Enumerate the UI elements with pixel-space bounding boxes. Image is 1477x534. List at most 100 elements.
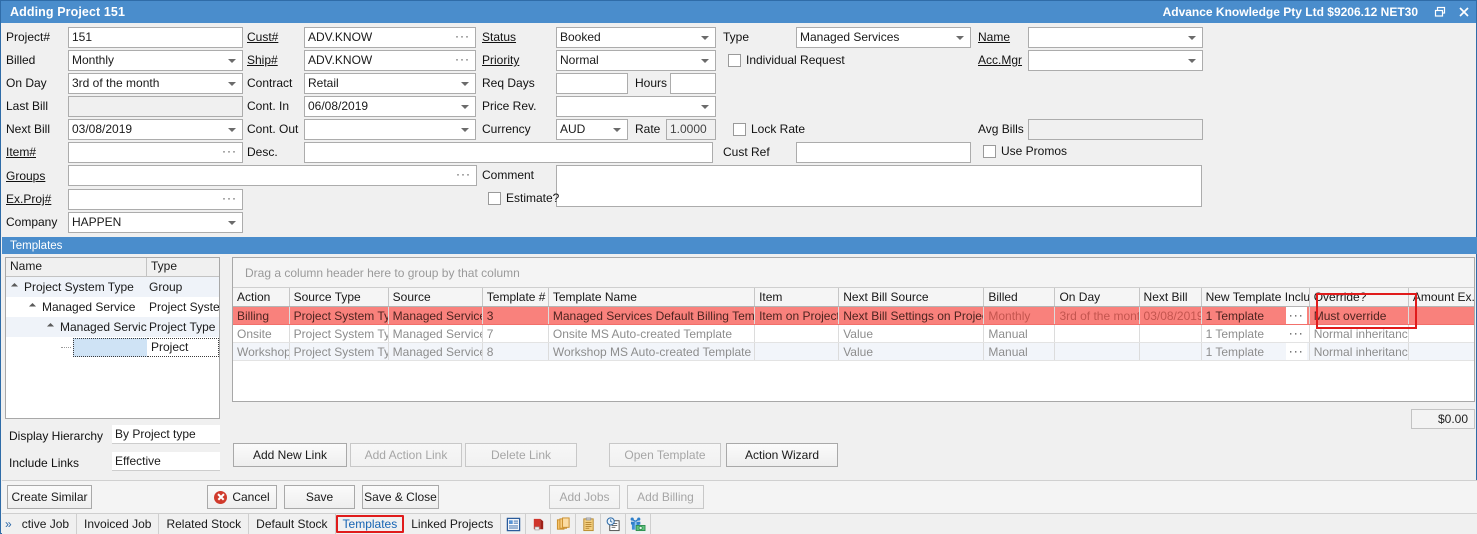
display-hierarchy-select[interactable]: By Project type xyxy=(112,425,220,444)
expander-icon[interactable] xyxy=(48,323,57,332)
template-hierarchy-tree[interactable]: Name Type Project System Type Group Mana… xyxy=(5,257,220,419)
tree-row[interactable]: Managed Service Project System xyxy=(6,297,219,317)
tree-row[interactable]: Managed Servic Project Type xyxy=(6,317,219,337)
cell-new-template-includes[interactable]: 1 Template ··· xyxy=(1201,307,1309,325)
cust-ref-input[interactable] xyxy=(796,142,971,163)
cell-template-name: Workshop MS Auto-created Template xyxy=(548,343,754,361)
table-row[interactable]: Onsite Project System Type Managed Servi… xyxy=(233,325,1475,343)
cancel-icon xyxy=(214,491,227,504)
label-req-days: Req Days xyxy=(482,76,535,90)
tree-node-name[interactable] xyxy=(73,338,147,357)
contract-select[interactable]: Retail xyxy=(304,73,476,94)
project-number-input[interactable]: 151 xyxy=(68,27,243,48)
include-links-select[interactable]: Effective xyxy=(112,452,220,471)
label-priority: Priority xyxy=(482,53,519,67)
use-promos-checkbox[interactable]: Use Promos xyxy=(983,144,1067,158)
label-display-hierarchy: Display Hierarchy xyxy=(9,429,103,443)
company-select[interactable]: HAPPEN xyxy=(68,212,243,233)
col-header-source[interactable]: Source xyxy=(388,288,482,307)
req-days-input[interactable] xyxy=(556,73,628,94)
ex-project-number-lookup[interactable] xyxy=(68,189,243,210)
tab-linked-projects[interactable]: Linked Projects xyxy=(404,514,501,534)
col-header-next-bill-source[interactable]: Next Bill Source xyxy=(839,288,984,307)
restore-icon[interactable] xyxy=(1428,1,1452,23)
save-button[interactable]: Save xyxy=(284,485,355,509)
table-row[interactable]: Billing Project System Type Managed Serv… xyxy=(233,307,1475,325)
expander-icon[interactable] xyxy=(30,303,39,312)
cell-new-template-includes[interactable]: 1 Template ··· xyxy=(1201,325,1309,343)
billed-select[interactable]: Monthly xyxy=(68,50,243,71)
table-row[interactable]: Workshop Project System Type Managed Ser… xyxy=(233,343,1475,361)
comment-textarea[interactable] xyxy=(556,165,1202,207)
ellipsis-icon[interactable]: ··· xyxy=(1286,325,1307,342)
on-day-select[interactable]: 3rd of the month xyxy=(68,73,243,94)
lock-rate-label: Lock Rate xyxy=(751,122,805,136)
tab-overflow-icon[interactable]: » xyxy=(2,514,15,534)
ellipsis-icon[interactable]: ··· xyxy=(1286,307,1307,324)
col-header-next-bill[interactable]: Next Bill xyxy=(1139,288,1201,307)
create-similar-button[interactable]: Create Similar xyxy=(7,485,92,509)
tree-row-selected[interactable]: Project xyxy=(6,337,219,357)
red-folder-icon[interactable] xyxy=(526,514,551,534)
group-by-dropzone[interactable]: Drag a column header here to group by th… xyxy=(233,258,1474,288)
estimate-checkbox[interactable]: Estimate? xyxy=(488,191,559,205)
item-number-lookup[interactable] xyxy=(68,142,243,163)
col-header-template-number[interactable]: Template # xyxy=(482,288,548,307)
tab-templates[interactable]: Templates xyxy=(336,515,405,533)
priority-select[interactable]: Normal xyxy=(556,50,716,71)
lock-rate-checkbox[interactable]: Lock Rate xyxy=(733,122,805,136)
col-header-amount-ex[interactable]: Amount Ex. xyxy=(1408,288,1475,307)
cell-source-type: Project System Type xyxy=(289,343,388,361)
currency-select[interactable]: AUD xyxy=(556,119,628,140)
col-header-item[interactable]: Item xyxy=(755,288,839,307)
new-template-includes-text: 1 Template xyxy=(1206,327,1264,341)
grid-total-bar: $0.00 xyxy=(232,405,1475,433)
description-input[interactable] xyxy=(304,142,713,163)
col-header-billed[interactable]: Billed xyxy=(984,288,1055,307)
clipboard-icon[interactable] xyxy=(576,514,601,534)
tree-row[interactable]: Project System Type Group xyxy=(6,277,219,297)
tab-default-stock[interactable]: Default Stock xyxy=(249,514,335,534)
name-select[interactable] xyxy=(1028,27,1203,48)
type-select[interactable]: Managed Services xyxy=(796,27,971,48)
gift-money-icon[interactable] xyxy=(626,514,651,534)
action-wizard-button[interactable]: Action Wizard xyxy=(726,443,838,467)
label-rate: Rate xyxy=(635,122,660,136)
col-header-template-name[interactable]: Template Name xyxy=(548,288,754,307)
col-header-source-type[interactable]: Source Type xyxy=(289,288,388,307)
cancel-button[interactable]: Cancel xyxy=(207,485,277,509)
copy-pages-icon[interactable] xyxy=(551,514,576,534)
template-links-grid[interactable]: Drag a column header here to group by th… xyxy=(232,257,1475,402)
individual-request-checkbox[interactable]: Individual Request xyxy=(728,53,845,67)
next-bill-select[interactable]: 03/08/2019 xyxy=(68,119,243,140)
tree-node-type: Project Type xyxy=(147,320,219,334)
save-and-close-button[interactable]: Save & Close xyxy=(362,485,439,509)
groups-lookup[interactable] xyxy=(68,165,477,186)
col-header-action[interactable]: Action xyxy=(233,288,289,307)
col-header-new-template-includes[interactable]: New Template Includes xyxy=(1201,288,1309,307)
cust-number-lookup[interactable]: ADV.KNOW xyxy=(304,27,476,48)
add-new-link-button[interactable]: Add New Link xyxy=(233,443,347,467)
add-billing-button: Add Billing xyxy=(627,485,704,509)
ship-number-lookup[interactable]: ADV.KNOW xyxy=(304,50,476,71)
col-header-on-day[interactable]: On Day xyxy=(1055,288,1139,307)
col-header-override[interactable]: Override? xyxy=(1309,288,1408,307)
cont-out-select[interactable] xyxy=(304,119,476,140)
tree-header-row: Name Type xyxy=(6,258,219,277)
cont-in-select[interactable]: 06/08/2019 xyxy=(304,96,476,117)
cell-template-number: 7 xyxy=(482,325,548,343)
expander-icon[interactable] xyxy=(12,283,21,292)
status-select[interactable]: Booked xyxy=(556,27,716,48)
tab-active-job[interactable]: ctive Job xyxy=(15,514,77,534)
tab-invoiced-job[interactable]: Invoiced Job xyxy=(77,514,159,534)
price-rev-select[interactable] xyxy=(556,96,716,117)
document-details-icon[interactable] xyxy=(501,514,526,534)
close-icon[interactable] xyxy=(1452,1,1476,23)
cell-new-template-includes[interactable]: 1 Template ··· xyxy=(1201,343,1309,361)
tab-related-stock[interactable]: Related Stock xyxy=(159,514,249,534)
cell-action: Onsite xyxy=(233,325,289,343)
ellipsis-icon[interactable]: ··· xyxy=(1286,343,1307,360)
hours-input[interactable] xyxy=(670,73,716,94)
history-clock-icon[interactable] xyxy=(601,514,626,534)
acc-mgr-select[interactable] xyxy=(1028,50,1203,71)
